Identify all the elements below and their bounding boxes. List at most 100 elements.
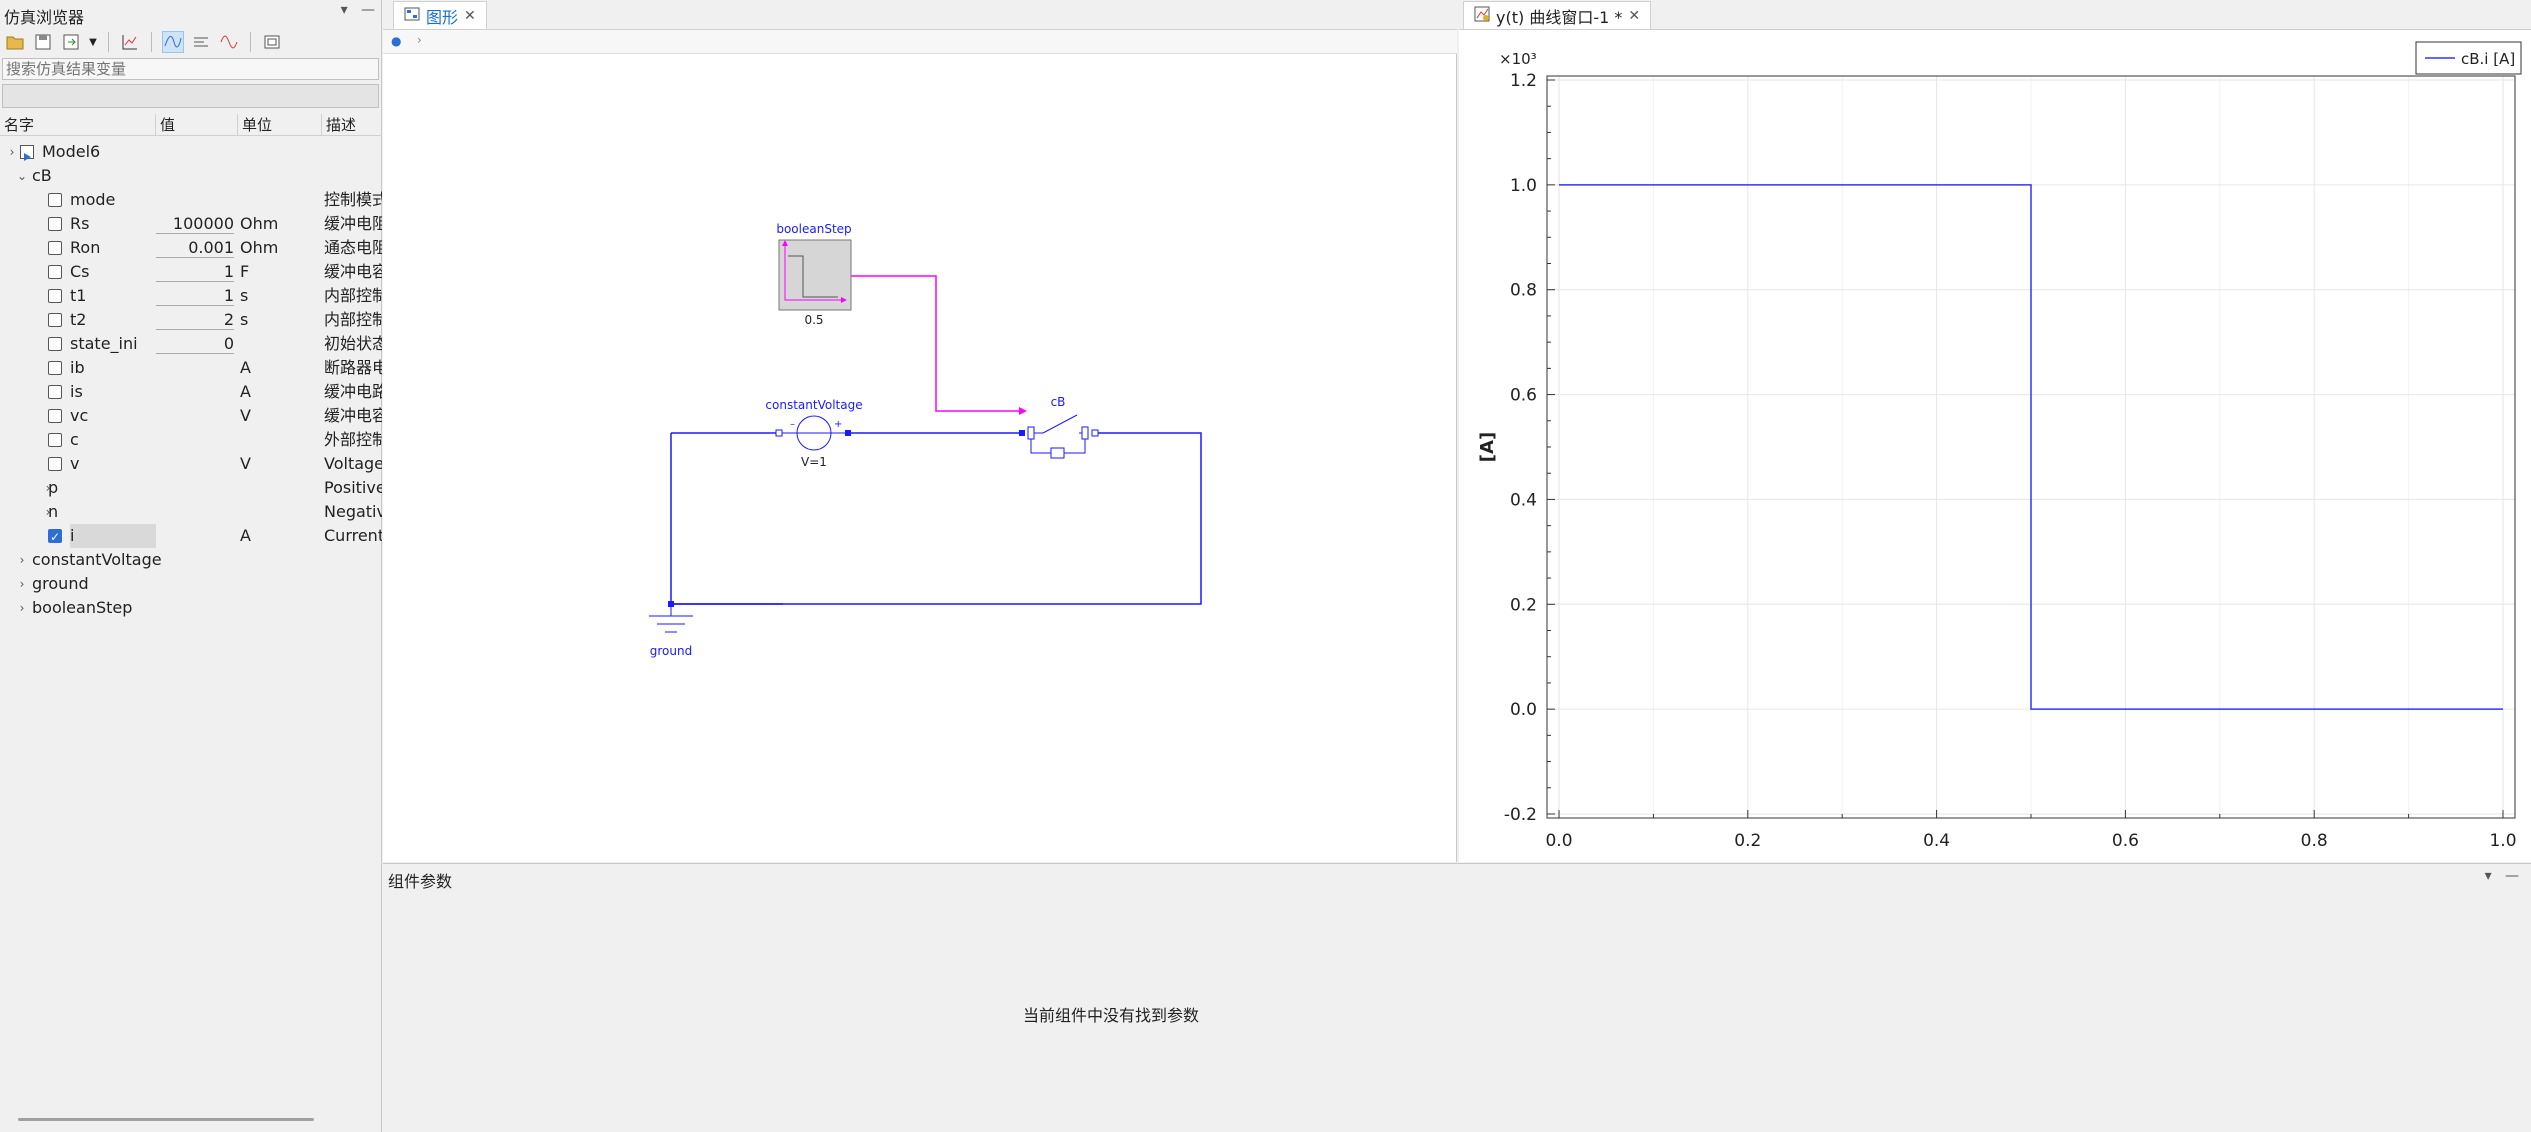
variable-checkbox[interactable] — [48, 525, 62, 549]
tree-row[interactable]: › ground — [0, 572, 382, 596]
variable-description: 外部控制 — [324, 430, 382, 449]
wire-loop[interactable] — [670, 433, 783, 605]
y-tick-label: 0.6 — [1510, 386, 1537, 406]
variable-name: n — [48, 502, 59, 521]
variable-unit: V — [240, 454, 251, 473]
column-header-unit[interactable]: 单位 — [238, 114, 322, 135]
variable-name: t2 — [70, 310, 87, 329]
column-header-name[interactable]: 名字 — [0, 114, 156, 135]
plot-window-icon — [1474, 6, 1490, 26]
variable-value[interactable]: 1 — [156, 262, 234, 282]
tree-row[interactable]: › booleanStep — [0, 596, 382, 620]
y-tick-label: 0.8 — [1510, 281, 1537, 301]
diagram-icon — [404, 6, 420, 25]
tree-row[interactable]: Cs 1 F 缓冲电容 — [0, 260, 382, 284]
tree-row[interactable]: › n Negativ — [0, 500, 382, 524]
tree-row[interactable]: mode 控制模式 — [0, 188, 382, 212]
svg-text:+: + — [834, 419, 842, 430]
close-icon[interactable]: ✕ — [1628, 8, 1640, 24]
variable-checkbox[interactable] — [48, 457, 62, 471]
wire-switch-to-right[interactable] — [671, 432, 1202, 605]
variable-checkbox[interactable] — [48, 409, 62, 423]
variable-value[interactable]: 1 — [156, 286, 234, 306]
tree-row[interactable]: t1 1 s 内部控制 — [0, 284, 382, 308]
cb-breaker-block[interactable]: cB — [1019, 395, 1099, 459]
diagram-breadcrumb-bar: ● › — [383, 30, 1457, 54]
dropdown-icon[interactable]: ▾ — [2485, 868, 2492, 884]
variable-description: 控制模式 — [324, 190, 382, 209]
variable-checkbox[interactable] — [48, 217, 62, 231]
window-icon[interactable] — [261, 31, 283, 53]
booleanstep-block[interactable]: booleanStep 0.5 — [776, 222, 851, 327]
open-folder-icon[interactable] — [4, 31, 26, 53]
tree-row[interactable]: t2 2 s 内部控制 — [0, 308, 382, 332]
list-plot-icon[interactable] — [190, 31, 212, 53]
variable-value[interactable]: 0.001 — [156, 238, 234, 258]
tree-row[interactable]: ib A 断路器电 — [0, 356, 382, 380]
home-icon[interactable]: ● — [391, 34, 401, 48]
tab-plot-window[interactable]: y(t) 曲线窗口-1 * ✕ — [1463, 1, 1652, 29]
y-tick-label: 1.0 — [1510, 176, 1537, 196]
toolbar-divider — [250, 32, 251, 52]
dropdown-icon[interactable]: ▾ — [341, 2, 348, 18]
tree-row[interactable]: vc V 缓冲电容 — [0, 404, 382, 428]
tab-diagram[interactable]: 图形 ✕ — [393, 1, 487, 29]
variable-value[interactable]: 2 — [156, 310, 234, 330]
wave-plot-icon[interactable] — [218, 31, 240, 53]
tree-row[interactable]: v V Voltage — [0, 452, 382, 476]
chevron-right-icon[interactable]: › — [16, 572, 28, 596]
tree-row[interactable]: › Model6 — [0, 140, 382, 164]
plot-canvas[interactable]: 0.0 0.2 0.4 0.6 0.8 1.0 -0.2 0.0 0.2 0.4 0.6 0.8 1.0… — [1459, 30, 2531, 862]
variable-checkbox[interactable] — [48, 313, 62, 327]
svg-text:–: – — [790, 419, 795, 430]
column-header-description[interactable]: 描述 — [322, 114, 382, 135]
close-icon[interactable]: ✕ — [464, 8, 476, 24]
y-tick-label: 1.2 — [1510, 71, 1537, 91]
x-tick-label: 1.0 — [2489, 831, 2516, 851]
minimize-icon[interactable]: — — [2505, 868, 2519, 884]
variable-checkbox[interactable] — [48, 337, 62, 351]
series-line[interactable] — [1559, 184, 2503, 710]
export-icon[interactable] — [60, 31, 82, 53]
tree-row[interactable]: Rs 100000 Ohm 缓冲电阻 — [0, 212, 382, 236]
tree-row[interactable]: is A 缓冲电路 — [0, 380, 382, 404]
variable-checkbox[interactable] — [48, 289, 62, 303]
variable-checkbox[interactable] — [48, 241, 62, 255]
variable-checkbox[interactable] — [48, 433, 62, 447]
minimize-icon[interactable]: — — [361, 2, 375, 18]
y-tick-label: 0.0 — [1510, 700, 1537, 720]
chevron-right-icon[interactable]: › — [16, 548, 28, 572]
filter-bar[interactable] — [2, 84, 379, 108]
tree-row[interactable]: state_ini 0 初始状态 — [0, 332, 382, 356]
tree-row[interactable]: › constantVoltage — [0, 548, 382, 572]
chevron-right-icon[interactable]: › — [6, 140, 18, 164]
constantvoltage-block[interactable]: constantVoltage – + V=1 — [765, 398, 862, 469]
chevron-down-icon[interactable]: ▼ — [88, 31, 98, 53]
plot-legend[interactable]: cB.i [A] — [2415, 41, 2522, 75]
tree-row[interactable]: c 外部控制 — [0, 428, 382, 452]
variable-checkbox[interactable] — [48, 193, 62, 207]
variable-description: Positive — [324, 478, 382, 497]
ground-block[interactable]: ground — [649, 601, 693, 658]
signal-wire[interactable] — [851, 275, 1019, 412]
variable-checkbox[interactable] — [48, 361, 62, 375]
variable-value[interactable]: 0 — [156, 334, 234, 354]
curve-plot-icon[interactable] — [162, 31, 184, 53]
column-header-value[interactable]: 值 — [156, 114, 238, 135]
chevron-down-icon[interactable]: ⌄ — [16, 164, 28, 188]
search-input[interactable] — [2, 58, 379, 80]
variable-checkbox[interactable] — [48, 385, 62, 399]
variable-value[interactable]: 100000 — [156, 214, 234, 234]
chevron-right-icon[interactable]: › — [417, 33, 422, 47]
variable-checkbox[interactable] — [48, 265, 62, 279]
plot-axes-icon[interactable] — [119, 31, 141, 53]
horizontal-scrollbar[interactable] — [18, 1118, 314, 1121]
save-icon[interactable] — [32, 31, 54, 53]
tree-row[interactable]: Ron 0.001 Ohm 通态电阻 — [0, 236, 382, 260]
tree-row[interactable]: › p Positive — [0, 476, 382, 500]
variable-name: v — [70, 454, 80, 473]
tree-row[interactable]: i A Current — [0, 524, 382, 549]
chevron-right-icon[interactable]: › — [16, 596, 28, 620]
diagram-canvas[interactable]: booleanStep 0.5 constantVoltage – + V=1 — [383, 54, 1457, 862]
tree-row[interactable]: ⌄ cB — [0, 164, 382, 188]
